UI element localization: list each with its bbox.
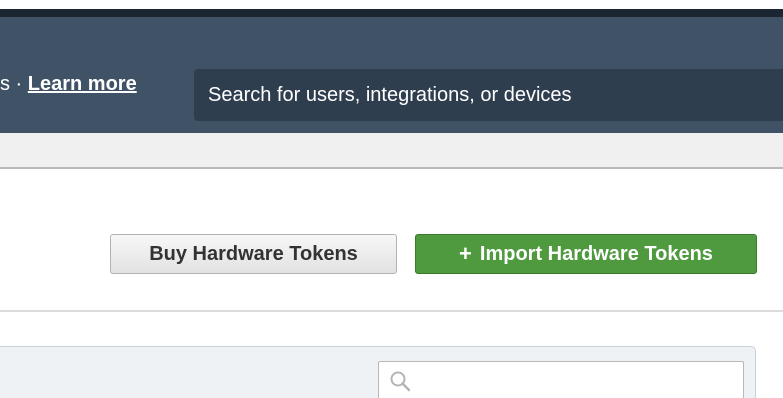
sub-navigation-bar (0, 133, 783, 169)
buy-hardware-tokens-button[interactable]: Buy Hardware Tokens (110, 234, 397, 274)
section-divider (0, 310, 783, 312)
top-navigation-bar: s · Learn more (0, 9, 783, 133)
search-icon (390, 371, 411, 392)
global-search-input[interactable] (194, 69, 783, 121)
learn-more-link[interactable]: Learn more (28, 73, 137, 95)
banner-prefix: s · (0, 73, 23, 95)
import-hardware-tokens-button[interactable]: + Import Hardware Tokens (415, 234, 757, 274)
buy-hardware-tokens-label: Buy Hardware Tokens (149, 242, 358, 265)
table-search-input[interactable] (378, 361, 744, 398)
plus-icon: + (459, 241, 472, 266)
page: s · Learn more Buy Hardware Tokens + Imp… (0, 0, 783, 398)
import-hardware-tokens-label: Import Hardware Tokens (479, 242, 713, 265)
banner-text: s · Learn more (0, 73, 137, 96)
top-strip (0, 0, 783, 9)
